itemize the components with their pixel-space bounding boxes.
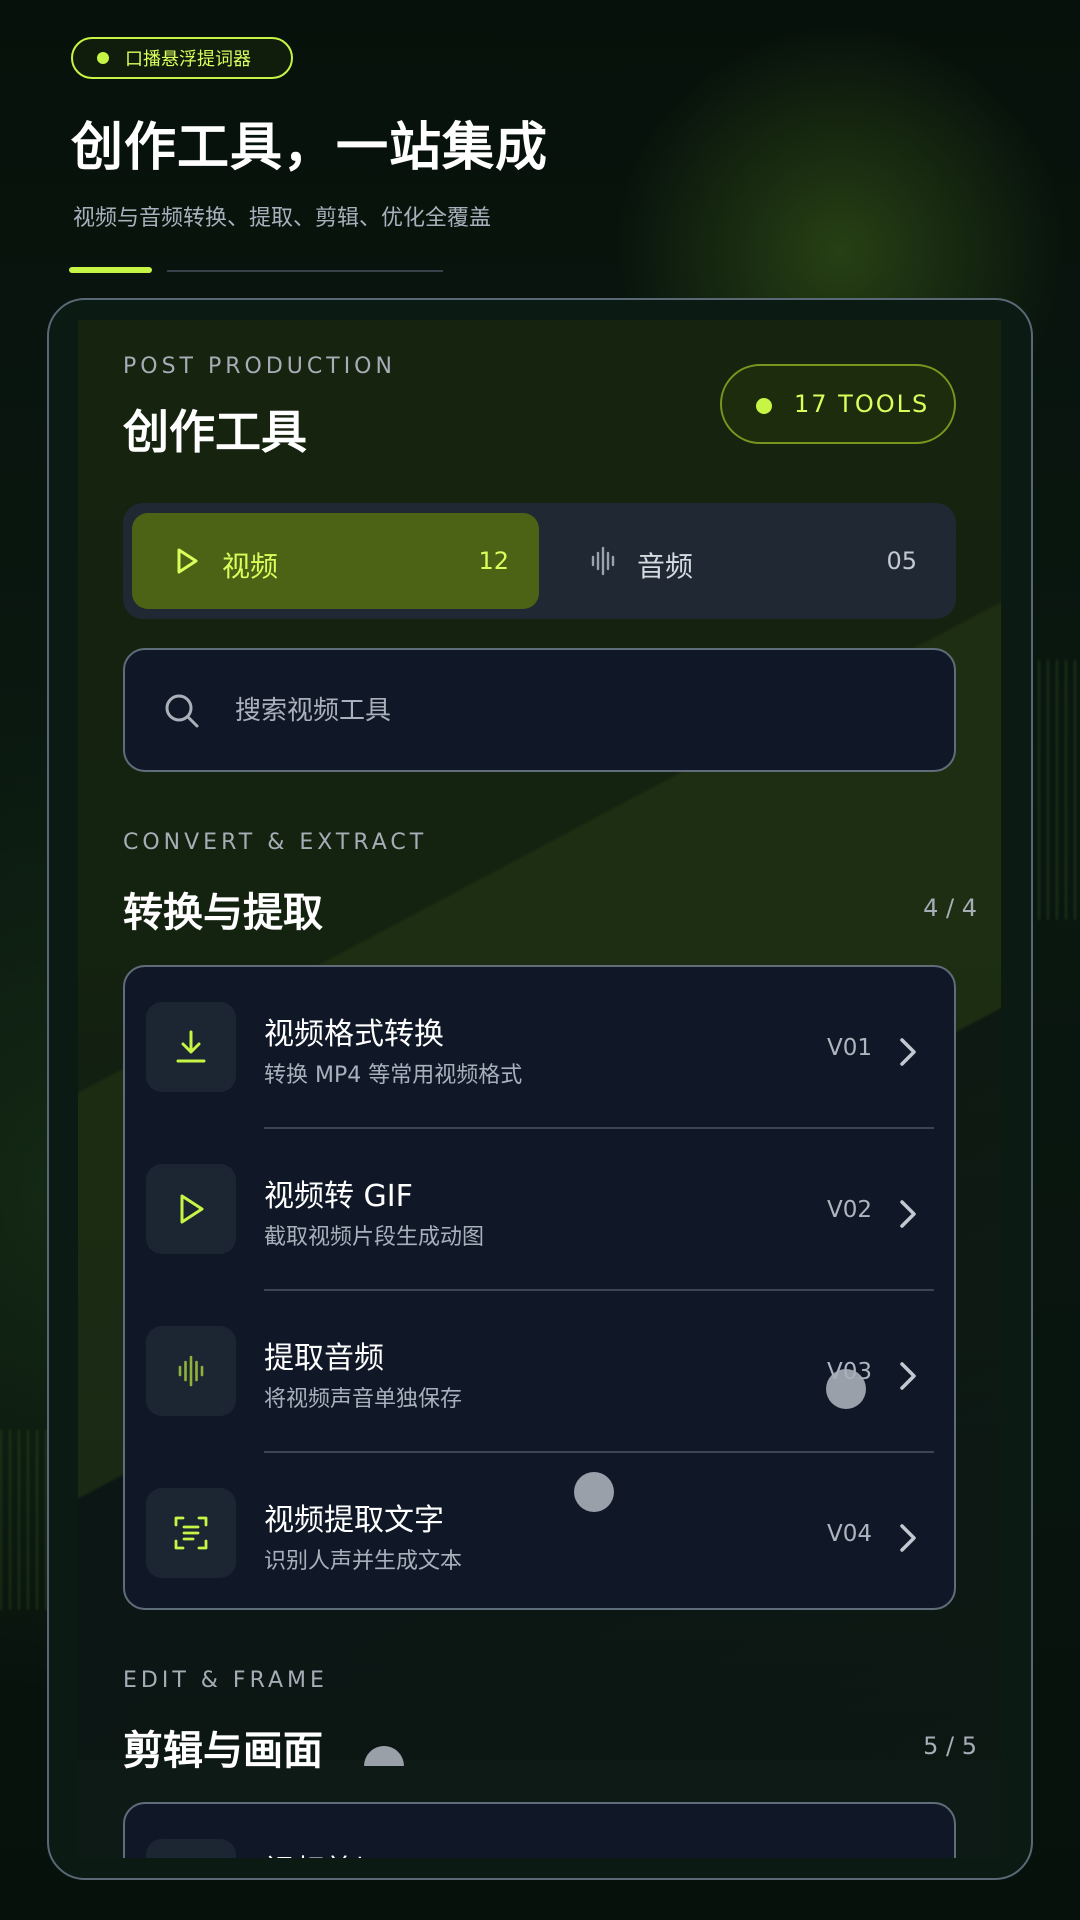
tools-count-badge: 17 TOOLS	[720, 364, 956, 444]
section-count-convert: 4 / 4	[923, 894, 977, 922]
waveform-icon	[178, 1355, 204, 1387]
tool-version: V01	[827, 1035, 873, 1061]
carousel-indicator-track	[167, 270, 443, 272]
chevron-right-icon	[900, 1038, 916, 1066]
section-count-edit: 5 / 5	[923, 1732, 977, 1760]
tools-panel: POST PRODUCTION 创作工具 17 TOOLS 视频 12 音频 0…	[78, 320, 1001, 1858]
chevron-right-icon	[900, 1524, 916, 1552]
tool-desc: 截取视频片段生成动图	[264, 1225, 485, 1250]
chevron-right-icon	[900, 1200, 916, 1228]
tool-title: 视频转 GIF	[264, 1179, 413, 1214]
tag-label: 口播悬浮提词器	[125, 49, 251, 70]
tool-icon-box	[146, 1002, 236, 1092]
panel-eyebrow: POST PRODUCTION	[123, 354, 396, 379]
text-scan-icon	[174, 1516, 208, 1550]
tab-video-label: 视频	[222, 550, 279, 583]
tab-video[interactable]: 视频 12	[132, 513, 539, 609]
tag-dot-icon	[97, 52, 109, 64]
tool-desc: 将视频声音单独保存	[264, 1387, 463, 1412]
tab-video-count: 12	[478, 547, 509, 575]
tool-version: V04	[827, 1521, 873, 1547]
waveform-icon	[591, 546, 615, 576]
badge-dot-icon	[756, 398, 772, 414]
tool-row-video-extract-text[interactable]: 视频提取文字 识别人声并生成文本 V04	[125, 1453, 954, 1608]
category-tabs: 视频 12 音频 05	[123, 503, 956, 619]
tool-desc: 识别人声并生成文本	[264, 1549, 463, 1574]
tool-title: 视频提取文字	[264, 1503, 444, 1538]
search-icon	[165, 694, 199, 728]
tool-row-video-to-gif[interactable]: 视频转 GIF 截取视频片段生成动图 V02	[125, 1129, 954, 1291]
tab-audio-label: 音频	[637, 550, 694, 583]
section-eyebrow-convert: CONVERT & EXTRACT	[123, 830, 428, 855]
panel-title: 创作工具	[123, 405, 307, 459]
tab-audio[interactable]: 音频 05	[547, 513, 947, 609]
section-eyebrow-edit: EDIT & FRAME	[123, 1668, 328, 1693]
tool-list-edit: 视频剪切	[123, 1802, 956, 1858]
tool-desc: 转换 MP4 等常用视频格式	[264, 1063, 523, 1088]
tab-audio-count: 05	[886, 547, 917, 575]
tool-title: 提取音频	[264, 1341, 384, 1376]
chevron-right-icon	[900, 1362, 916, 1390]
tool-version: V02	[827, 1197, 873, 1223]
play-icon	[177, 548, 198, 574]
tool-list-convert: 视频格式转换 转换 MP4 等常用视频格式 V01 视频转 GIF 截取视频片段…	[123, 965, 956, 1610]
tools-count-label: 17 TOOLS	[794, 390, 930, 418]
tool-icon-box	[146, 1164, 236, 1254]
page-title: 创作工具，一站集成	[71, 118, 549, 178]
touch-indicator	[574, 1472, 614, 1512]
download-icon	[176, 1030, 206, 1063]
carousel-indicator-active	[69, 267, 152, 273]
touch-indicator	[826, 1369, 866, 1409]
play-icon	[180, 1194, 204, 1224]
tool-title: 视频剪切	[264, 1846, 384, 1858]
tool-title: 视频格式转换	[264, 1017, 444, 1052]
search-input[interactable]	[233, 680, 917, 742]
tool-row-extract-audio[interactable]: 提取音频 将视频声音单独保存 V03	[125, 1291, 954, 1453]
tool-row-video-format-convert[interactable]: 视频格式转换 转换 MP4 等常用视频格式 V01	[125, 967, 954, 1129]
search-box	[123, 648, 956, 772]
tool-icon-box	[146, 1839, 236, 1858]
section-title-edit: 剪辑与画面	[123, 1728, 323, 1774]
tool-icon-box	[146, 1326, 236, 1416]
tool-row-video-cut[interactable]: 视频剪切	[125, 1804, 954, 1858]
tool-icon-box	[146, 1488, 236, 1578]
section-title-convert: 转换与提取	[123, 890, 323, 936]
teleprompter-tag[interactable]: 口播悬浮提词器	[71, 37, 293, 79]
page-subtitle: 视频与音频转换、提取、剪辑、优化全覆盖	[73, 206, 492, 231]
